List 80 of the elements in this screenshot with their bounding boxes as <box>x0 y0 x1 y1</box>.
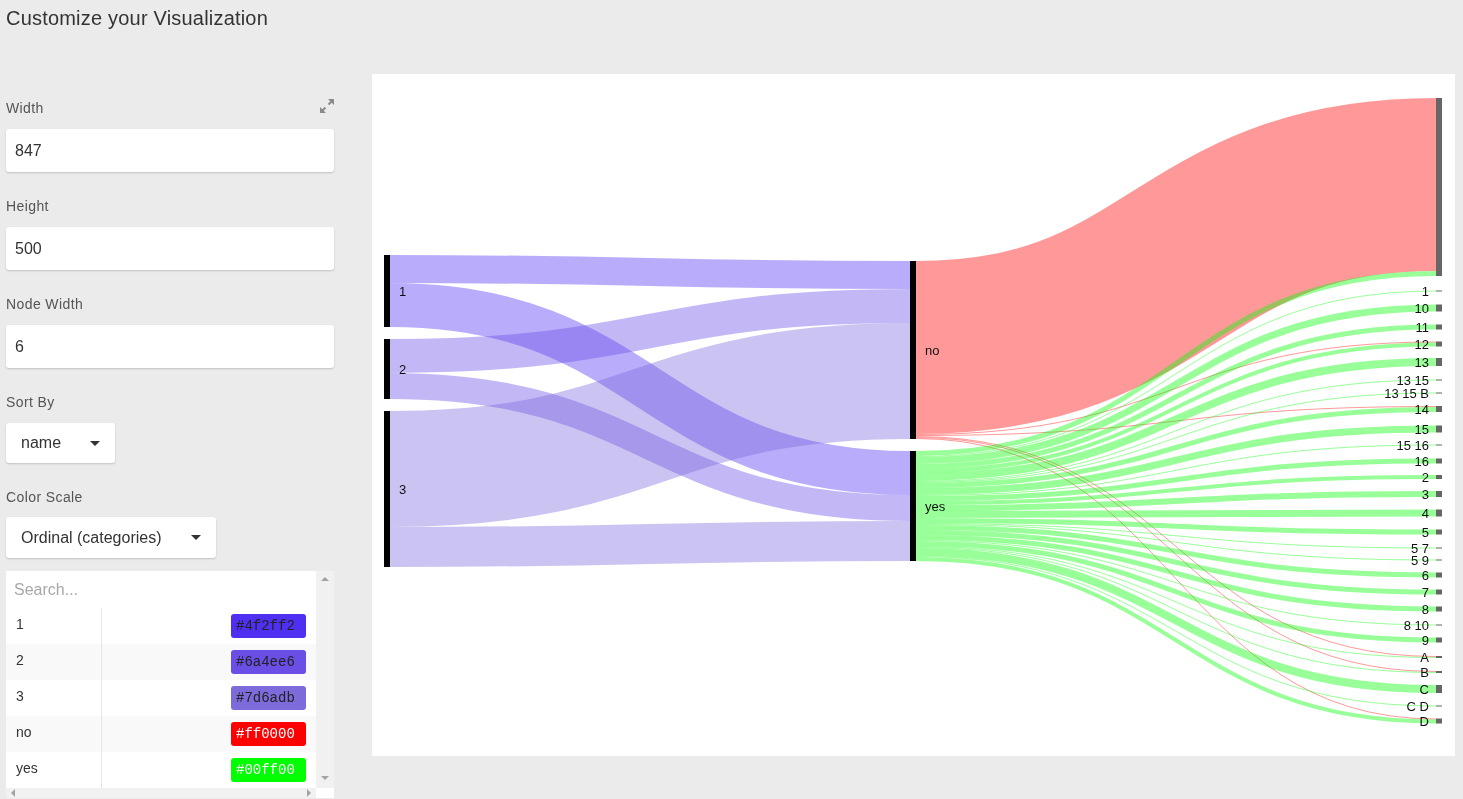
node-label: 3 <box>1421 486 1429 502</box>
caret-icon <box>90 440 101 446</box>
horizontal-scrollbar[interactable] <box>6 788 316 798</box>
node-label: 13 15 B <box>1384 385 1429 401</box>
field-label: Width <box>6 99 44 118</box>
node-label: A <box>1420 649 1429 665</box>
node-label: D <box>1419 713 1429 729</box>
sankey-node[interactable] <box>1436 718 1442 724</box>
table-cell-text: yes <box>15 759 39 778</box>
sankey-node[interactable] <box>1436 358 1442 366</box>
scroll-up-icon[interactable] <box>321 577 329 581</box>
sankey-node[interactable] <box>384 255 390 327</box>
dropdown[interactable]: name <box>6 423 116 463</box>
sankey-node[interactable] <box>384 339 390 399</box>
input-field[interactable]: 847 <box>6 129 334 172</box>
sankey-node[interactable] <box>910 261 916 439</box>
field-label: Node Width <box>6 295 84 314</box>
sankey-node[interactable] <box>1436 572 1442 578</box>
sankey-node[interactable] <box>1436 529 1442 535</box>
sankey-node[interactable] <box>1436 491 1442 497</box>
sankey-node[interactable] <box>384 411 390 567</box>
node-label: 4 <box>1421 505 1429 521</box>
node-label: 5 <box>1421 524 1429 540</box>
sankey-node[interactable] <box>1436 425 1442 433</box>
scroll-left-icon[interactable] <box>11 789 15 797</box>
node-label: 12 <box>1414 336 1429 352</box>
node-label: 2 <box>1421 469 1429 485</box>
node-label: 1 <box>399 283 407 299</box>
sankey-node[interactable] <box>1436 475 1442 479</box>
node-label: 16 <box>1414 453 1429 469</box>
caret-icon <box>190 535 201 540</box>
node-label: yes <box>925 498 946 514</box>
table-cell-text: 1 <box>15 615 25 634</box>
node-label: 15 16 <box>1396 437 1429 453</box>
scroll-right-icon[interactable] <box>307 789 311 797</box>
scroll-down-icon[interactable] <box>321 776 329 780</box>
sankey-node[interactable] <box>910 451 916 561</box>
node-label: 13 <box>1414 354 1429 370</box>
node-label: no <box>925 342 940 358</box>
node-label: 3 <box>399 481 407 497</box>
input-field[interactable]: 6 <box>6 325 334 368</box>
table-cell-text: 2 <box>15 651 25 670</box>
sankey-node[interactable] <box>1436 606 1442 612</box>
sankey-node[interactable] <box>1436 304 1442 312</box>
sankey-node[interactable] <box>1436 685 1442 693</box>
node-label: 8 10 <box>1403 617 1429 633</box>
dropdown[interactable]: Ordinal (categories) <box>6 517 216 558</box>
color-swatch[interactable]: #7d6adb <box>231 686 306 710</box>
field-label: Height <box>6 197 49 216</box>
node-label: 13 15 <box>1396 372 1429 388</box>
node-label: 8 <box>1421 601 1429 617</box>
sankey-node[interactable] <box>1436 324 1442 330</box>
node-label: 14 <box>1414 401 1429 417</box>
sankey-node[interactable] <box>1436 589 1442 595</box>
node-label: 1 <box>1421 283 1429 299</box>
sankey-node[interactable] <box>1436 458 1442 464</box>
table-cell-text: no <box>15 723 33 742</box>
page-title: Customize your Visualization <box>6 6 269 31</box>
expand-icon[interactable] <box>320 99 334 113</box>
vertical-scrollbar[interactable] <box>316 571 334 788</box>
sankey-node[interactable] <box>1436 406 1442 412</box>
node-label: B <box>1420 664 1429 680</box>
sankey-node[interactable] <box>1436 637 1442 643</box>
node-label: C D <box>1406 698 1429 714</box>
node-label: 15 <box>1414 421 1429 437</box>
node-label: C <box>1419 681 1429 697</box>
sankey-node[interactable] <box>1436 341 1442 347</box>
sankey-node[interactable] <box>1436 509 1442 517</box>
table-cell-text: 3 <box>15 687 25 706</box>
sankey-node[interactable] <box>1436 98 1442 276</box>
node-label: 2 <box>399 361 407 377</box>
node-label: 7 <box>1421 584 1429 600</box>
node-label: 9 <box>1421 632 1429 648</box>
field-label: Sort By <box>6 393 55 412</box>
field-label: Color Scale <box>6 488 83 507</box>
input-field[interactable]: 500 <box>6 227 334 270</box>
color-swatch[interactable]: #ff0000 <box>231 722 306 746</box>
node-label: 11 <box>1415 319 1429 335</box>
node-label: 6 <box>1421 567 1429 583</box>
node-label: 10 <box>1414 300 1429 316</box>
